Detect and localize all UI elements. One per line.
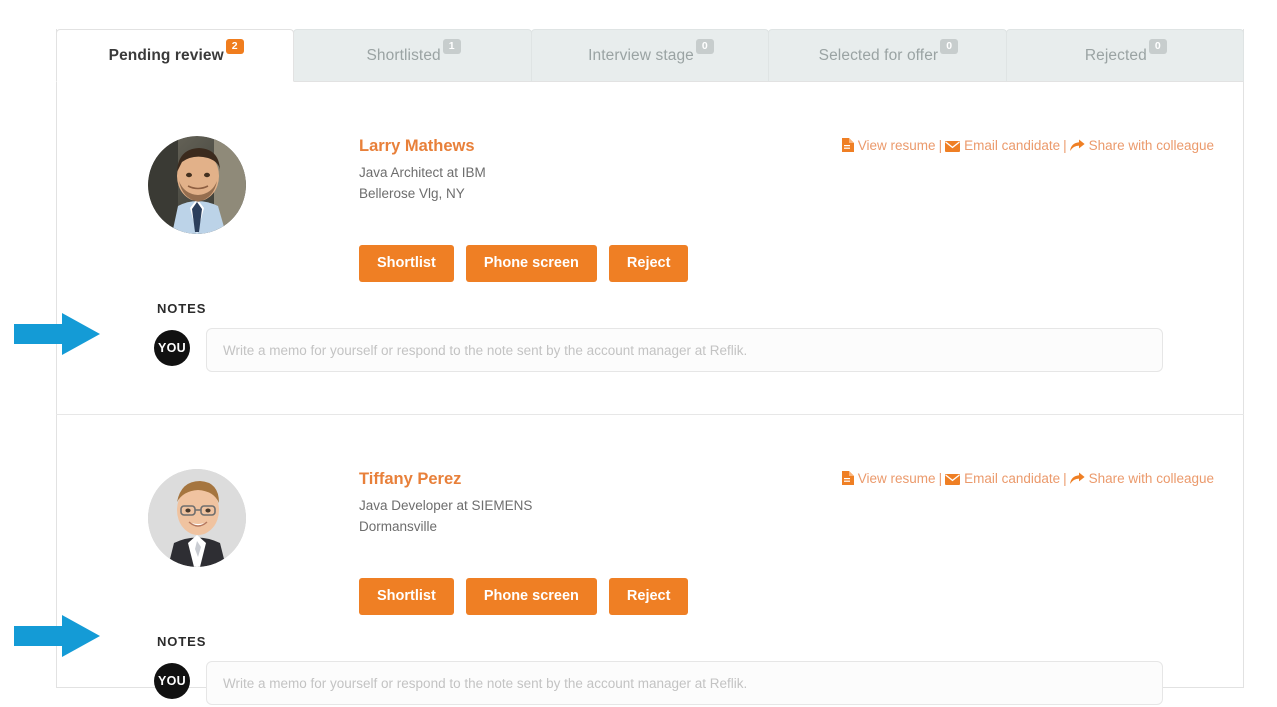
phone-screen-button[interactable]: Phone screen <box>465 578 597 615</box>
annotation-arrow-icon <box>14 311 102 357</box>
phone-screen-button[interactable]: Phone screen <box>465 245 597 282</box>
you-avatar: YOU <box>154 330 190 366</box>
candidate-card: Larry Mathews Java Architect at IBM Bell… <box>56 82 1244 414</box>
candidate-action-buttons: Shortlist Phone screen Reject <box>359 245 700 282</box>
table-row: Tiffany Perez Java Developer at SIEMENS … <box>56 414 1244 705</box>
notes-label: NOTES <box>157 301 207 316</box>
candidates-list: Larry Mathews Java Architect at IBM Bell… <box>56 29 1244 705</box>
view-resume-link[interactable]: View resume <box>858 138 936 153</box>
tab-pending-review-badge: 2 <box>225 38 244 55</box>
applicant-tracking-page: Pending review 2 Shortlisted 1 Interview s… <box>0 0 1277 707</box>
tab-pending-review[interactable]: Pending review 2 <box>56 29 295 82</box>
avatar-photo-tiffany-perez <box>148 469 246 567</box>
shortlist-button[interactable]: Shortlist <box>359 578 454 615</box>
email-candidate-link[interactable]: Email candidate <box>964 471 1060 486</box>
link-separator-1: | <box>938 138 943 153</box>
annotation-arrow-icon <box>14 613 102 659</box>
candidate-info: Tiffany Perez Java Developer at SIEMENS … <box>359 470 532 537</box>
avatar-photo-larry-mathews <box>148 136 246 234</box>
candidate-actions: View resume | Email candidate | Share with… <box>841 138 1214 155</box>
share-arrow-icon <box>1069 139 1085 155</box>
share-with-colleague-link[interactable]: Share with colleague <box>1089 471 1214 486</box>
candidate-title: Java Developer at SIEMENS <box>359 497 533 513</box>
candidate-location: Bellerose Vlg, NY <box>359 185 465 201</box>
avatar[interactable] <box>148 469 246 567</box>
candidate-location: Dormansville <box>359 518 438 534</box>
shortlist-button[interactable]: Shortlist <box>359 245 454 282</box>
file-text-icon <box>841 471 854 488</box>
candidate-info: Larry Mathews Java Architect at IBM Bell… <box>359 137 486 204</box>
tab-pending-review-label: Pending review <box>108 46 224 64</box>
avatar[interactable] <box>148 136 246 234</box>
candidate-actions: View resume | Email candidate | Share with… <box>841 471 1214 488</box>
file-text-icon <box>841 138 854 155</box>
reject-button[interactable]: Reject <box>608 245 689 282</box>
envelope-icon <box>945 473 961 488</box>
link-separator-2: | <box>1063 138 1067 153</box>
notes-label: NOTES <box>157 634 207 649</box>
email-candidate-link[interactable]: Email candidate <box>964 138 1060 153</box>
share-with-colleague-link[interactable]: Share with colleague <box>1089 138 1214 153</box>
candidate-action-buttons: Shortlist Phone screen Reject <box>359 578 700 615</box>
link-separator-2: | <box>1063 471 1067 486</box>
candidate-title: Java Architect at IBM <box>359 164 486 180</box>
candidate-name[interactable]: Larry Mathews <box>359 137 486 157</box>
view-resume-link[interactable]: View resume <box>858 471 936 486</box>
reject-button[interactable]: Reject <box>608 578 689 615</box>
note-input[interactable] <box>206 661 1163 705</box>
share-arrow-icon <box>1069 472 1085 488</box>
envelope-icon <box>945 140 961 155</box>
note-input[interactable] <box>206 328 1163 372</box>
candidate-name[interactable]: Tiffany Perez <box>359 470 532 490</box>
you-avatar: YOU <box>154 663 190 699</box>
link-separator-1: | <box>938 471 943 486</box>
